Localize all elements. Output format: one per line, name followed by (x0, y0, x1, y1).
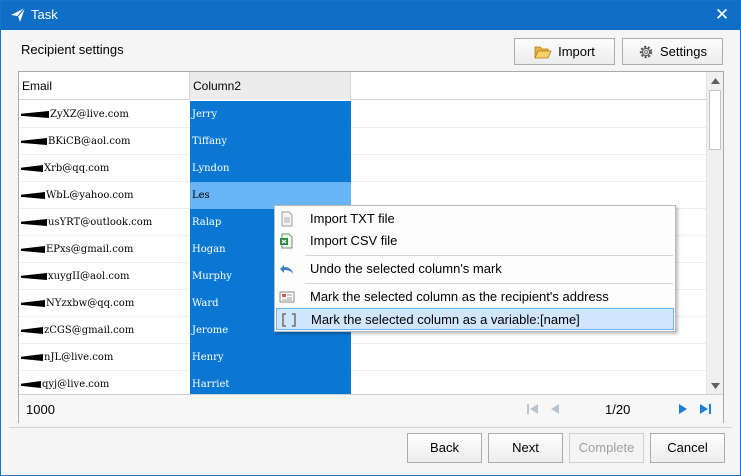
paper-plane-icon (11, 7, 26, 22)
redaction-mark (21, 354, 43, 361)
column2-cell[interactable]: Tiffany (190, 128, 351, 155)
menu-item-label: Mark the selected column as a variable:[… (311, 312, 580, 327)
window-title: Task (31, 7, 58, 22)
email-cell[interactable]: usYRT@outlook.com (19, 209, 190, 236)
settings-button[interactable]: Settings (622, 38, 723, 65)
menu-item-undo-mark[interactable]: Undo the selected column's mark (275, 258, 675, 280)
undo-icon (280, 265, 293, 274)
email-cell[interactable]: zCGS@gmail.com (19, 317, 190, 344)
redaction-mark (21, 246, 45, 253)
scroll-thumb[interactable] (709, 90, 721, 150)
redaction-mark (21, 138, 47, 145)
vertical-scrollbar[interactable] (706, 72, 723, 394)
email-cell[interactable]: ZyXZ@live.com (19, 101, 190, 128)
menu-item-mark-address[interactable]: Mark the selected column as the recipien… (275, 286, 675, 308)
pager: 1/20 (525, 401, 715, 419)
text-file-icon (281, 211, 293, 227)
redaction-mark (21, 165, 43, 172)
redaction-mark (21, 381, 41, 388)
grid-header: Email Column2 (19, 72, 706, 100)
scroll-up-icon[interactable] (708, 72, 723, 89)
email-text: EPxs@gmail.com (46, 244, 134, 255)
total-count: 1000 (26, 402, 55, 417)
page-indicator: 1/20 (605, 402, 631, 417)
column2-cell[interactable]: Lyndon (190, 155, 351, 182)
email-text: zCGS@gmail.com (44, 325, 135, 336)
import-button[interactable]: Import (514, 38, 615, 65)
column2-cell[interactable]: Jerry (190, 101, 351, 128)
email-text: usYRT@outlook.com (48, 217, 153, 228)
complete-button[interactable]: Complete (569, 433, 644, 463)
redaction-mark (21, 111, 49, 118)
scroll-down-icon[interactable] (708, 377, 723, 394)
next-button[interactable]: Next (488, 433, 563, 463)
email-text: xuygII@aol.com (48, 271, 130, 282)
table-row[interactable]: BKiCB@aol.com Tiffany (19, 128, 706, 155)
last-page-icon[interactable] (697, 401, 713, 417)
menu-item-mark-variable[interactable]: Mark the selected column as a variable:[… (276, 308, 674, 330)
menu-item-label: Undo the selected column's mark (310, 261, 502, 276)
back-button[interactable]: Back (407, 433, 482, 463)
address-card-icon (279, 291, 295, 303)
email-cell[interactable]: EPxs@gmail.com (19, 236, 190, 263)
folder-open-icon (534, 46, 552, 58)
email-text: NYzxbw@qq.com (46, 298, 135, 309)
email-text: BKiCB@aol.com (48, 136, 131, 147)
redaction-mark (21, 219, 47, 226)
menu-separator (305, 283, 673, 284)
email-text: ZyXZ@live.com (50, 109, 129, 120)
menu-item-import-csv[interactable]: Import CSV file (275, 230, 675, 252)
close-icon[interactable]: ✕ (714, 6, 730, 23)
redaction-mark (21, 192, 45, 199)
email-cell[interactable]: xuygII@aol.com (19, 263, 190, 290)
email-cell[interactable]: WbL@yahoo.com (19, 182, 190, 209)
menu-item-label: Mark the selected column as the recipien… (310, 289, 609, 304)
grid-footer: 1000 1/20 (19, 394, 723, 423)
menu-separator (305, 255, 673, 256)
table-row[interactable]: Xrb@qq.com Lyndon (19, 155, 706, 182)
cancel-button[interactable]: Cancel (650, 433, 725, 463)
next-page-icon[interactable] (675, 401, 691, 417)
email-text: Xrb@qq.com (44, 163, 110, 174)
email-cell[interactable]: nJL@live.com (19, 344, 190, 371)
first-page-icon[interactable] (525, 401, 541, 417)
column-header-email[interactable]: Email (19, 72, 190, 100)
previous-page-icon[interactable] (547, 401, 563, 417)
column2-cell[interactable]: Henry (190, 344, 351, 371)
variable-bracket-icon (282, 313, 296, 327)
redaction-mark (21, 300, 45, 307)
email-text: nJL@live.com (44, 352, 114, 363)
task-dialog: Task ✕ Recipient settings Import Setting… (0, 0, 741, 476)
csv-file-icon (280, 233, 293, 249)
menu-item-label: Import TXT file (310, 211, 395, 226)
menu-item-import-txt[interactable]: Import TXT file (275, 208, 675, 230)
redaction-mark (21, 273, 47, 280)
settings-button-label: Settings (660, 44, 707, 59)
table-row[interactable]: nJL@live.com Henry (19, 344, 706, 371)
email-cell[interactable]: BKiCB@aol.com (19, 128, 190, 155)
import-button-label: Import (558, 44, 595, 59)
redaction-mark (21, 327, 43, 334)
menu-item-label: Import CSV file (310, 233, 398, 248)
footer-separator (9, 427, 732, 428)
gear-icon (639, 45, 653, 58)
section-title: Recipient settings (21, 42, 124, 57)
context-menu: Import TXT file Import CSV file Undo the… (274, 205, 676, 332)
table-row[interactable]: ZyXZ@live.com Jerry (19, 101, 706, 128)
email-text: qyj@live.com (42, 379, 110, 390)
email-text: WbL@yahoo.com (46, 190, 134, 201)
column-header-column2[interactable]: Column2 (190, 72, 351, 100)
title-bar: Task ✕ (1, 1, 740, 30)
email-cell[interactable]: NYzxbw@qq.com (19, 290, 190, 317)
email-cell[interactable]: Xrb@qq.com (19, 155, 190, 182)
